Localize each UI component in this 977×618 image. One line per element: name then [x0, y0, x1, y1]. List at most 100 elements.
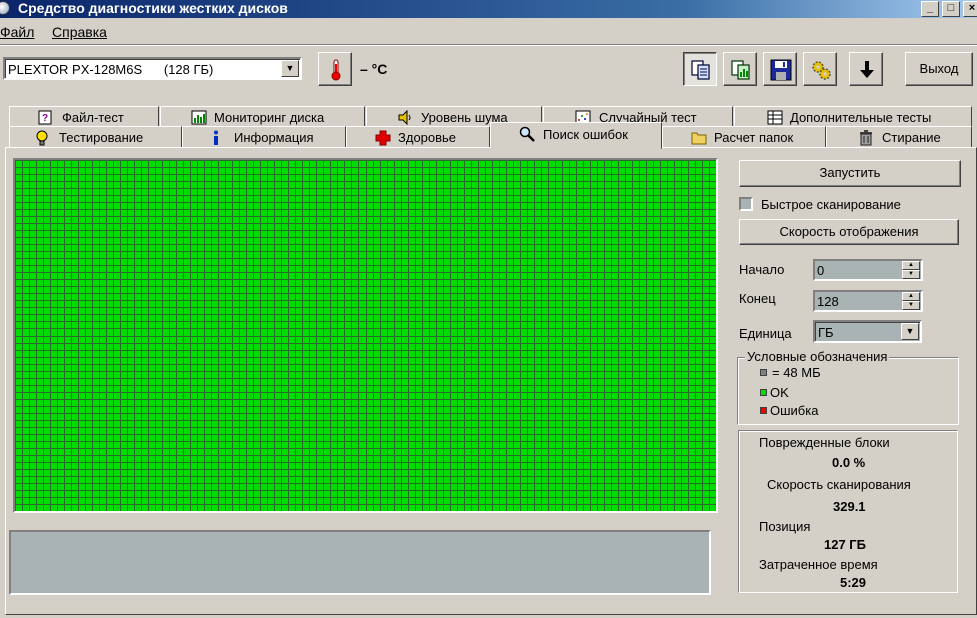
trash-icon	[860, 130, 872, 146]
surface-scan-grid	[13, 158, 718, 513]
position-label: Позиция	[759, 519, 811, 534]
tab-testing-label: Тестирование	[59, 130, 144, 145]
fast-scan-checkbox[interactable]	[739, 197, 753, 211]
display-speed-button[interactable]: Скорость отображения	[739, 219, 959, 245]
info-icon	[214, 130, 218, 145]
tab-disk-monitoring[interactable]: Мониторинг диска	[160, 106, 365, 128]
tab-extra-tests-label: Дополнительные тесты	[790, 110, 932, 125]
chevron-down-icon[interactable]: ▼	[281, 60, 299, 77]
magnifier-icon	[519, 126, 535, 142]
menu-help[interactable]: Справка	[52, 24, 107, 40]
legend-block-swatch	[760, 369, 767, 376]
options-button[interactable]	[803, 52, 837, 86]
tab-health[interactable]: Здоровье	[346, 126, 490, 148]
tab-information-label: Информация	[234, 130, 314, 145]
tab-health-label: Здоровье	[398, 130, 457, 145]
begin-stepper[interactable]: ▲ ▼	[902, 261, 920, 279]
unit-label: Единица	[739, 326, 792, 341]
temperature-button[interactable]	[318, 52, 352, 86]
end-input-value: 128	[817, 294, 839, 309]
unit-select[interactable]: ГБ ▼	[813, 320, 922, 343]
tab-folder-size-label: Расчет папок	[714, 130, 794, 145]
minimize-button[interactable]: _	[921, 1, 939, 17]
fast-scan-label: Быстрое сканирование	[761, 197, 901, 212]
gears-icon	[812, 61, 831, 80]
exit-button-label: Выход	[919, 61, 959, 76]
drive-select-value: PLEXTOR PX-128M6S (128 ГБ)	[8, 62, 214, 77]
tab-folder-size[interactable]: Расчет папок	[662, 126, 826, 148]
tab-testing[interactable]: Тестирование	[9, 126, 182, 148]
spin-up-icon[interactable]: ▲	[902, 292, 920, 301]
app-icon	[0, 1, 10, 15]
table-icon	[767, 110, 783, 125]
temperature-readout: – °C	[360, 61, 388, 77]
close-button[interactable]: ×	[963, 1, 977, 17]
tab-erase-label: Стирание	[882, 130, 941, 145]
scan-log	[9, 530, 711, 595]
legend-error-swatch	[760, 407, 767, 414]
menu-bar: Файл Справка	[0, 22, 977, 42]
end-input[interactable]: 128 ▲ ▼	[813, 290, 923, 312]
menu-separator	[0, 44, 977, 46]
start-button-label: Запустить	[819, 165, 881, 180]
scan-stats-panel: Поврежденные блоки 0.0 % Скорость сканир…	[738, 430, 958, 593]
tab-information[interactable]: Информация	[182, 126, 346, 148]
spin-down-icon[interactable]: ▼	[902, 301, 920, 310]
file-question-icon: ?	[38, 110, 52, 125]
scan-speed-value: 329.1	[833, 499, 866, 514]
svg-text:?: ?	[42, 113, 48, 124]
tab-error-scan-label: Поиск ошибок	[543, 127, 628, 142]
minimize-to-tray-button[interactable]	[849, 52, 883, 86]
spin-down-icon[interactable]: ▼	[902, 270, 920, 279]
legend-ok-label: OK	[770, 385, 789, 400]
elapsed-time-label: Затраченное время	[759, 557, 878, 572]
display-speed-button-label: Скорость отображения	[779, 224, 919, 239]
chevron-down-icon[interactable]: ▼	[901, 323, 919, 340]
tab-extra-tests[interactable]: Дополнительные тесты	[734, 106, 972, 128]
begin-input-value: 0	[817, 263, 825, 278]
menu-help-label: Справка	[52, 24, 107, 40]
begin-input[interactable]: 0 ▲ ▼	[813, 259, 923, 281]
floppy-disk-icon	[770, 59, 792, 81]
report-icon	[731, 60, 750, 80]
legend-error-label: Ошибка	[770, 403, 819, 418]
thermometer-icon	[331, 59, 341, 81]
scan-speed-label: Скорость сканирования	[767, 477, 911, 492]
menu-file-label: Файл	[0, 24, 35, 40]
health-cross-icon	[375, 130, 391, 146]
report-button[interactable]	[723, 52, 757, 86]
tab-file-test-label: Файл-тест	[62, 110, 124, 125]
arrow-down-icon	[860, 61, 874, 78]
copy-icon	[691, 60, 710, 80]
maximize-button[interactable]: □	[942, 1, 960, 17]
lightbulb-icon	[36, 130, 48, 146]
tab-erase[interactable]: Стирание	[826, 126, 972, 148]
tab-file-test[interactable]: ? Файл-тест	[9, 106, 159, 128]
tab-error-scan[interactable]: Поиск ошибок	[490, 122, 662, 149]
position-value: 127 ГБ	[824, 537, 867, 552]
elapsed-time-value: 5:29	[840, 575, 867, 590]
save-button[interactable]	[763, 52, 797, 86]
begin-label: Начало	[739, 262, 785, 277]
drive-select[interactable]: PLEXTOR PX-128M6S (128 ГБ) ▼	[3, 57, 302, 80]
window-title: Средство диагностики жестких дисков	[18, 0, 288, 16]
damaged-blocks-value: 0.0 %	[832, 455, 866, 470]
chart-icon	[191, 110, 207, 125]
end-stepper[interactable]: ▲ ▼	[902, 292, 920, 310]
exit-button[interactable]: Выход	[905, 52, 973, 86]
end-label: Конец	[739, 291, 776, 306]
spin-up-icon[interactable]: ▲	[902, 261, 920, 270]
damaged-blocks-label: Поврежденные блоки	[759, 435, 890, 450]
start-button[interactable]: Запустить	[739, 160, 961, 187]
legend-title: Условные обозначения	[745, 349, 890, 364]
menu-file[interactable]: Файл	[0, 24, 34, 40]
folder-icon	[691, 132, 707, 145]
tab-disk-monitoring-label: Мониторинг диска	[214, 110, 325, 125]
legend-ok-swatch	[760, 389, 767, 396]
title-bar: Средство диагностики жестких дисков _ □ …	[0, 0, 977, 18]
unit-select-value: ГБ	[818, 325, 834, 340]
speaker-icon	[398, 110, 411, 125]
block-map	[15, 160, 716, 511]
copy-info-button[interactable]	[683, 52, 717, 86]
legend-block-size: = 48 МБ	[772, 365, 821, 380]
